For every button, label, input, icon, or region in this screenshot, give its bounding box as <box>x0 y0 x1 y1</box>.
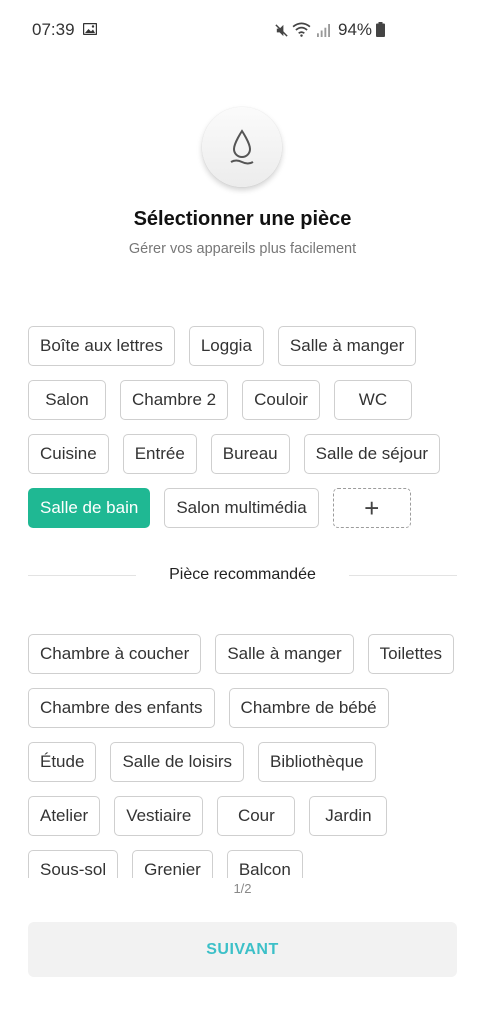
room-chip[interactable]: Couloir <box>242 380 320 420</box>
room-chip[interactable]: Salle de séjour <box>303 434 441 474</box>
divider-line <box>349 575 457 576</box>
recommended-chip[interactable]: Salle de loisirs <box>110 742 245 782</box>
room-icon-circle <box>202 107 282 187</box>
recommended-chip[interactable]: Étude <box>28 742 97 782</box>
room-chip[interactable]: Cuisine <box>28 434 109 474</box>
room-chip[interactable]: Salon multimédia <box>164 488 319 528</box>
page-subtitle: Gérer vos appareils plus facilement <box>128 241 357 257</box>
recommended-chip[interactable]: Balcon <box>226 850 303 878</box>
status-time: 07:39 <box>32 20 75 39</box>
recommended-chip[interactable]: Chambre à coucher <box>28 634 202 674</box>
mute-icon <box>275 24 288 37</box>
room-chip[interactable]: Boîte aux lettres <box>28 326 175 366</box>
recommended-chip[interactable]: Chambre de bébé <box>228 688 389 728</box>
wifi-icon <box>292 22 311 37</box>
recommended-chip[interactable]: Sous-sol <box>28 850 119 878</box>
recommended-chip[interactable]: Atelier <box>28 796 101 836</box>
recommended-chip[interactable]: Chambre des enfants <box>28 688 215 728</box>
gallery-icon <box>83 23 97 35</box>
recommended-divider: Pièce recommandée <box>28 566 457 586</box>
battery-percent: 94% <box>338 20 373 39</box>
page-title: Sélectionner une pièce <box>133 208 352 230</box>
room-chip[interactable]: WC <box>333 380 412 420</box>
add-room-button[interactable]: + <box>332 488 411 528</box>
plus-icon: + <box>364 493 380 523</box>
recommended-chip[interactable]: Grenier <box>132 850 213 878</box>
room-selection-screen: 07:39 94% Sélectionner une pièce Gérer v… <box>0 0 485 1024</box>
room-chip-list: Boîte aux lettres Loggia Salle à manger … <box>28 326 458 528</box>
recommended-chip[interactable]: Salle à manger <box>215 634 354 674</box>
battery-icon <box>376 22 385 37</box>
room-chip-selected[interactable]: Salle de bain <box>28 488 151 528</box>
signal-icon <box>317 24 330 37</box>
recommended-chip-list: Chambre à coucher Salle à manger Toilett… <box>28 634 458 878</box>
next-button[interactable]: SUIVANT <box>28 922 457 977</box>
room-chip[interactable]: Loggia <box>188 326 264 366</box>
room-chip[interactable]: Salon <box>28 380 106 420</box>
room-chip[interactable]: Salle à manger <box>277 326 417 366</box>
page-indicator: 1/2 <box>233 881 252 896</box>
room-chip[interactable]: Entrée <box>122 434 197 474</box>
room-chip[interactable]: Chambre 2 <box>120 380 229 420</box>
room-chip[interactable]: Bureau <box>210 434 290 474</box>
recommended-chip[interactable]: Toilettes <box>367 634 455 674</box>
recommended-chip[interactable]: Vestiaire <box>114 796 204 836</box>
status-bar: 07:39 94% <box>0 0 485 60</box>
recommended-chip[interactable]: Cour <box>217 796 296 836</box>
water-drop-icon <box>230 129 254 165</box>
recommended-chip[interactable]: Jardin <box>309 796 388 836</box>
recommended-chip[interactable]: Bibliothèque <box>258 742 376 782</box>
